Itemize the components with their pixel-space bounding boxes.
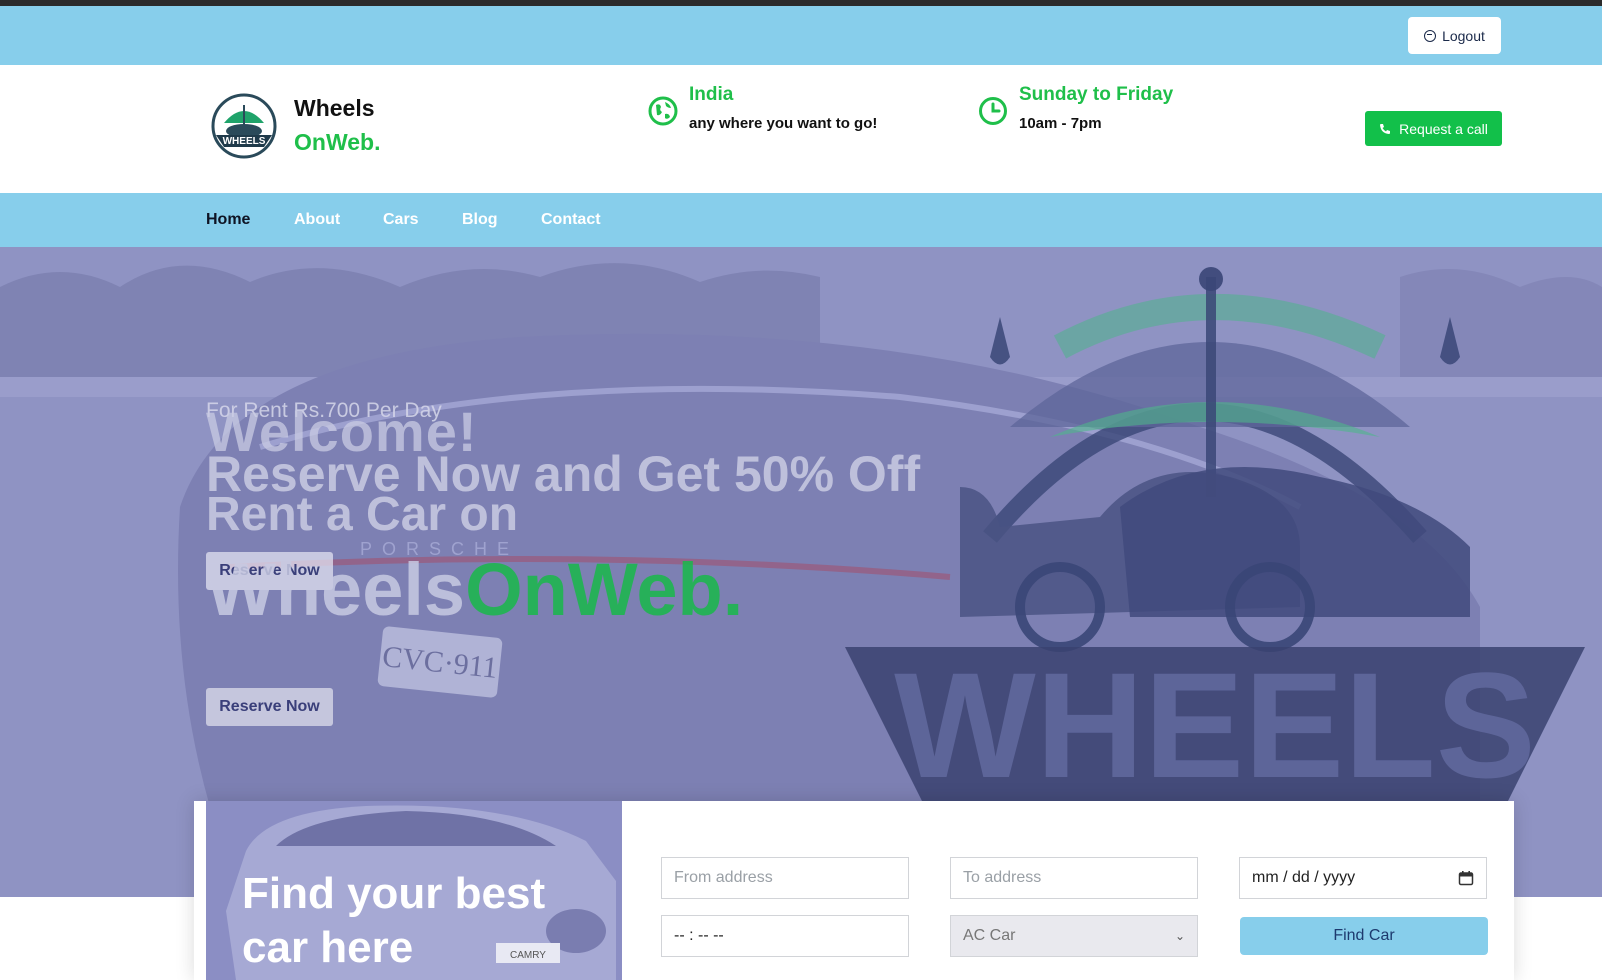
logout-button[interactable]: Logout (1408, 17, 1501, 54)
nav-item-about[interactable]: About (294, 211, 340, 229)
brand-name-line2: OnWeb. (294, 129, 381, 155)
find-car-button[interactable]: Find Car (1240, 917, 1488, 955)
location-subtitle: any where you want to go! (689, 115, 878, 132)
hero-brand-wheels: Wheels (206, 548, 466, 631)
logout-label: Logout (1442, 27, 1485, 44)
top-bar: Logout (0, 6, 1602, 65)
from-address-input[interactable] (661, 857, 909, 899)
to-address-input[interactable] (950, 857, 1198, 899)
hours-title: Sunday to Friday (1019, 84, 1174, 105)
date-input-value: mm / dd / yyyy (1252, 869, 1356, 886)
brand-logo[interactable]: WHEELS (210, 93, 278, 159)
hero-watermark-text: WHEELS (894, 641, 1536, 809)
time-input[interactable]: -- : -- -- (661, 915, 909, 957)
chevron-down-icon: ⌄ (1174, 929, 1185, 943)
nav-item-cars[interactable]: Cars (383, 211, 419, 229)
hours-subtitle: 10am - 7pm (1019, 115, 1102, 132)
logout-icon (1424, 29, 1437, 42)
svg-text:WHEELS: WHEELS (223, 136, 266, 147)
brand-name-line1: Wheels (294, 95, 375, 121)
location-title: India (689, 84, 734, 105)
hero-brand: WheelsOnWeb. (206, 547, 743, 632)
hero-brand-onweb: OnWeb. (465, 548, 744, 631)
hero-rent-line: Rent a Car on (206, 488, 519, 541)
finder-title: Find your best car here (242, 869, 546, 972)
request-call-button[interactable]: Request a call (1365, 111, 1502, 146)
nav-item-contact[interactable]: Contact (541, 211, 601, 229)
hero-section: CVC·911 PORSCHE WHEELS For Rent Rs.700 P… (0, 247, 1602, 897)
nav-item-blog[interactable]: Blog (462, 211, 498, 229)
calendar-icon[interactable] (1458, 870, 1474, 886)
site-header: WHEELS Wheels OnWeb. India any where you… (0, 65, 1602, 193)
clock-icon (979, 97, 1007, 125)
car-type-value: AC Car (963, 927, 1016, 944)
globe-icon (648, 96, 678, 126)
finder-car-image: CAMRY Find your best car here (206, 801, 622, 980)
car-finder-panel: CAMRY Find your best car here mm / dd / … (194, 801, 1514, 980)
car-type-select[interactable]: AC Car ⌄ (950, 915, 1198, 957)
date-input[interactable]: mm / dd / yyyy (1239, 857, 1487, 899)
main-nav: Home About Cars Blog Contact (0, 193, 1602, 247)
nav-item-home[interactable]: Home (206, 211, 250, 229)
request-call-label: Request a call (1399, 120, 1488, 137)
phone-icon (1380, 123, 1391, 134)
reserve-now-button[interactable]: Reserve Now (206, 688, 333, 726)
time-input-value: -- : -- -- (674, 927, 724, 944)
